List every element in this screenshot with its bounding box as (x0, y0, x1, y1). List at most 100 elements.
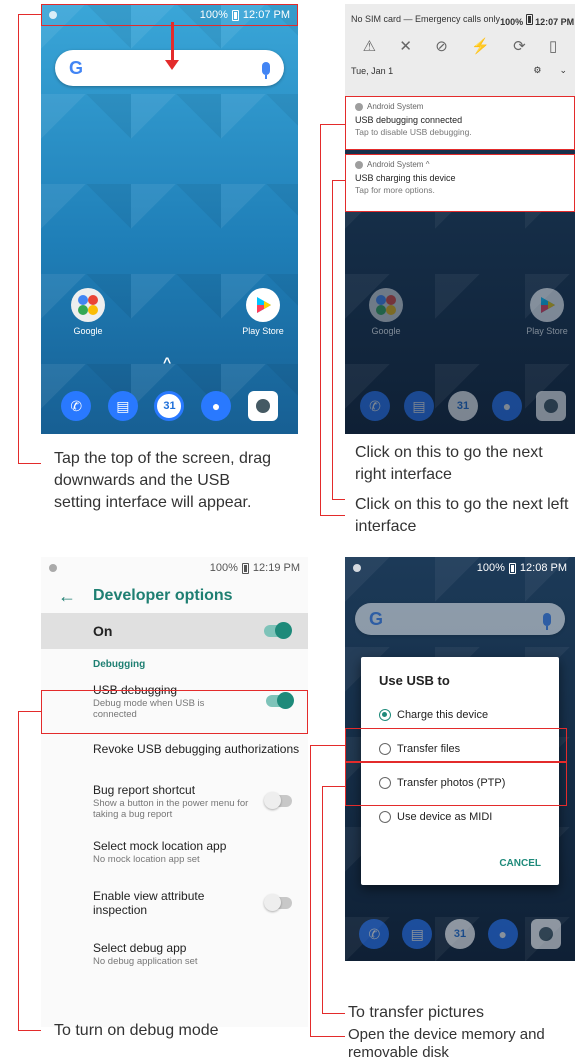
usb-dock: ✆ ▤ 31 ● (353, 917, 567, 951)
shade-date: Tue, Jan 1 (351, 65, 394, 76)
cancel-button[interactable]: CANCEL (499, 858, 541, 869)
callout-tap-top: Tap the top of the screen, drag downward… (54, 450, 272, 511)
google-folder-icon (369, 288, 403, 322)
bug-report-shortcut-row[interactable]: Bug report shortcut Show a button in the … (41, 775, 308, 827)
google-g-icon: G (369, 608, 384, 629)
callout-next-right: Click on this to go the next right inter… (355, 444, 543, 483)
usb-status-bar: 100% 12:08 PM (345, 557, 575, 579)
debug-app-row[interactable]: Select debug app No debug application set (41, 929, 308, 979)
settings-gear-icon[interactable]: ⚙ (533, 65, 541, 76)
option-label: Charge this device (397, 709, 489, 721)
home-screen-panel: 100% 12:07 PM G Google Play Store ^ ✆ ▤ … (41, 4, 298, 434)
swipe-down-arrow-icon (171, 22, 174, 64)
notification-dot-icon (353, 564, 361, 572)
row-title: Select mock location app (93, 839, 227, 853)
usb-battery: 100% (476, 562, 505, 574)
phone-icon: ✆ (359, 919, 390, 949)
row-subtitle: No debug application set (93, 956, 198, 967)
row-title: Revoke USB debugging authorizations (93, 742, 300, 756)
messages-icon[interactable]: ▤ (107, 391, 138, 421)
expand-chevron-icon[interactable]: ⌄ (559, 65, 567, 76)
bug-report-toggle[interactable] (264, 792, 292, 809)
battery-icon (525, 14, 533, 25)
google-folder[interactable]: Google (65, 288, 111, 336)
camera-icon[interactable] (247, 391, 278, 421)
play-store-icon (246, 288, 280, 322)
shade-dock: ✆ ▤ 31 ● (353, 388, 573, 424)
view-attribute-toggle[interactable] (264, 894, 292, 911)
option-charge[interactable]: Charge this device (361, 698, 559, 732)
calendar-icon: 31 (444, 919, 475, 949)
camera-icon (536, 391, 566, 421)
home-dock: ✆ ▤ 31 ● (53, 388, 286, 424)
on-label: On (93, 623, 113, 639)
notification-shade-panel: No SIM card — Emergency calls only 100% … (345, 4, 575, 434)
wifi-off-icon[interactable]: ⚠ (363, 37, 376, 55)
mic-icon (543, 612, 551, 630)
swipe-down-arrow-head (165, 60, 179, 70)
radio-icon[interactable] (379, 811, 391, 823)
row-title: Select debug app (93, 941, 187, 955)
shade-status: No SIM card — Emergency calls only 100% … (345, 4, 575, 27)
row-title: Bug report shortcut (93, 782, 196, 797)
debugging-section-header: Debugging (93, 658, 146, 670)
battery-icon (241, 562, 249, 574)
messages-icon: ▤ (404, 391, 434, 421)
usb-debugging-highlight (41, 690, 308, 734)
auto-rotate-icon[interactable]: ⟳ (513, 37, 526, 55)
google-app-label: Google (371, 326, 401, 336)
battery-icon (508, 562, 516, 574)
callout-debug-mode: To turn on debug mode (54, 1022, 219, 1039)
back-arrow-icon[interactable]: ← (41, 586, 93, 607)
row-subtitle: No mock location app set (93, 854, 200, 865)
google-folder-icon (71, 288, 105, 322)
dev-time: 12:19 PM (252, 562, 300, 574)
play-store-label: Play Store (526, 326, 568, 336)
quick-settings-tiles: ⚠ ✕ ⊘ ⚡ ⟳ ▯ (345, 37, 575, 55)
usb-charging-notif-highlight (345, 154, 575, 212)
sim-status-text: No SIM card — Emergency calls only (351, 14, 501, 24)
master-toggle[interactable] (264, 622, 292, 639)
flashlight-off-icon[interactable]: ⚡ (471, 37, 490, 55)
dnd-off-icon[interactable]: ⊘ (435, 37, 448, 55)
mic-icon[interactable] (262, 61, 270, 79)
phone-icon[interactable]: ✆ (61, 391, 92, 421)
row-title: Enable view attribute inspection (93, 889, 205, 917)
shade-battery: 100% (500, 17, 524, 27)
play-store-icon (530, 288, 564, 322)
radio-selected-icon[interactable] (379, 709, 391, 721)
app-drawer-chevron-icon[interactable]: ^ (163, 354, 171, 370)
master-switch-row[interactable]: On (41, 613, 308, 649)
view-attribute-row[interactable]: Enable view attribute inspection (41, 877, 308, 929)
battery-saver-icon[interactable]: ▯ (549, 37, 557, 55)
row-subtitle: Show a button in the power menu for taki… (93, 797, 249, 820)
play-store-app[interactable]: Play Store (237, 288, 289, 336)
contacts-icon: ● (492, 391, 522, 421)
callout-connector-memory (310, 745, 345, 1037)
transfer-photos-highlight (345, 762, 567, 806)
contacts-icon[interactable]: ● (201, 391, 232, 421)
developer-options-panel: 100% 12:19 PM ← Developer options On Deb… (41, 557, 308, 1027)
camera-icon (530, 919, 561, 949)
calendar-icon: 31 (448, 391, 478, 421)
notification-dot-icon (49, 564, 57, 572)
callout-connector (18, 14, 41, 464)
google-app-label: Google (73, 326, 103, 336)
option-label: Use device as MIDI (397, 811, 493, 823)
google-g-icon: G (69, 57, 84, 78)
status-bar-highlight (41, 4, 298, 26)
messages-icon: ▤ (402, 919, 433, 949)
dev-status-bar: 100% 12:19 PM (41, 557, 308, 579)
google-search-bar-dimmed: G (355, 603, 565, 635)
callout-transfer-pictures: To transfer pictures (348, 1004, 485, 1021)
bluetooth-off-icon[interactable]: ✕ (399, 37, 412, 55)
shade-time: 12:07 PM (535, 17, 575, 27)
shade-date-row: Tue, Jan 1 ⚙ ⌄ (345, 55, 575, 76)
dev-toolbar: ← Developer options (41, 579, 308, 613)
callout-open-memory: Open the device memory and removable dis… (348, 1026, 545, 1058)
calendar-icon[interactable]: 31 (154, 391, 185, 421)
page-title: Developer options (93, 587, 233, 604)
mock-location-row[interactable]: Select mock location app No mock location… (41, 827, 308, 877)
callout-connector-left (320, 124, 345, 516)
transfer-files-highlight (345, 728, 567, 762)
